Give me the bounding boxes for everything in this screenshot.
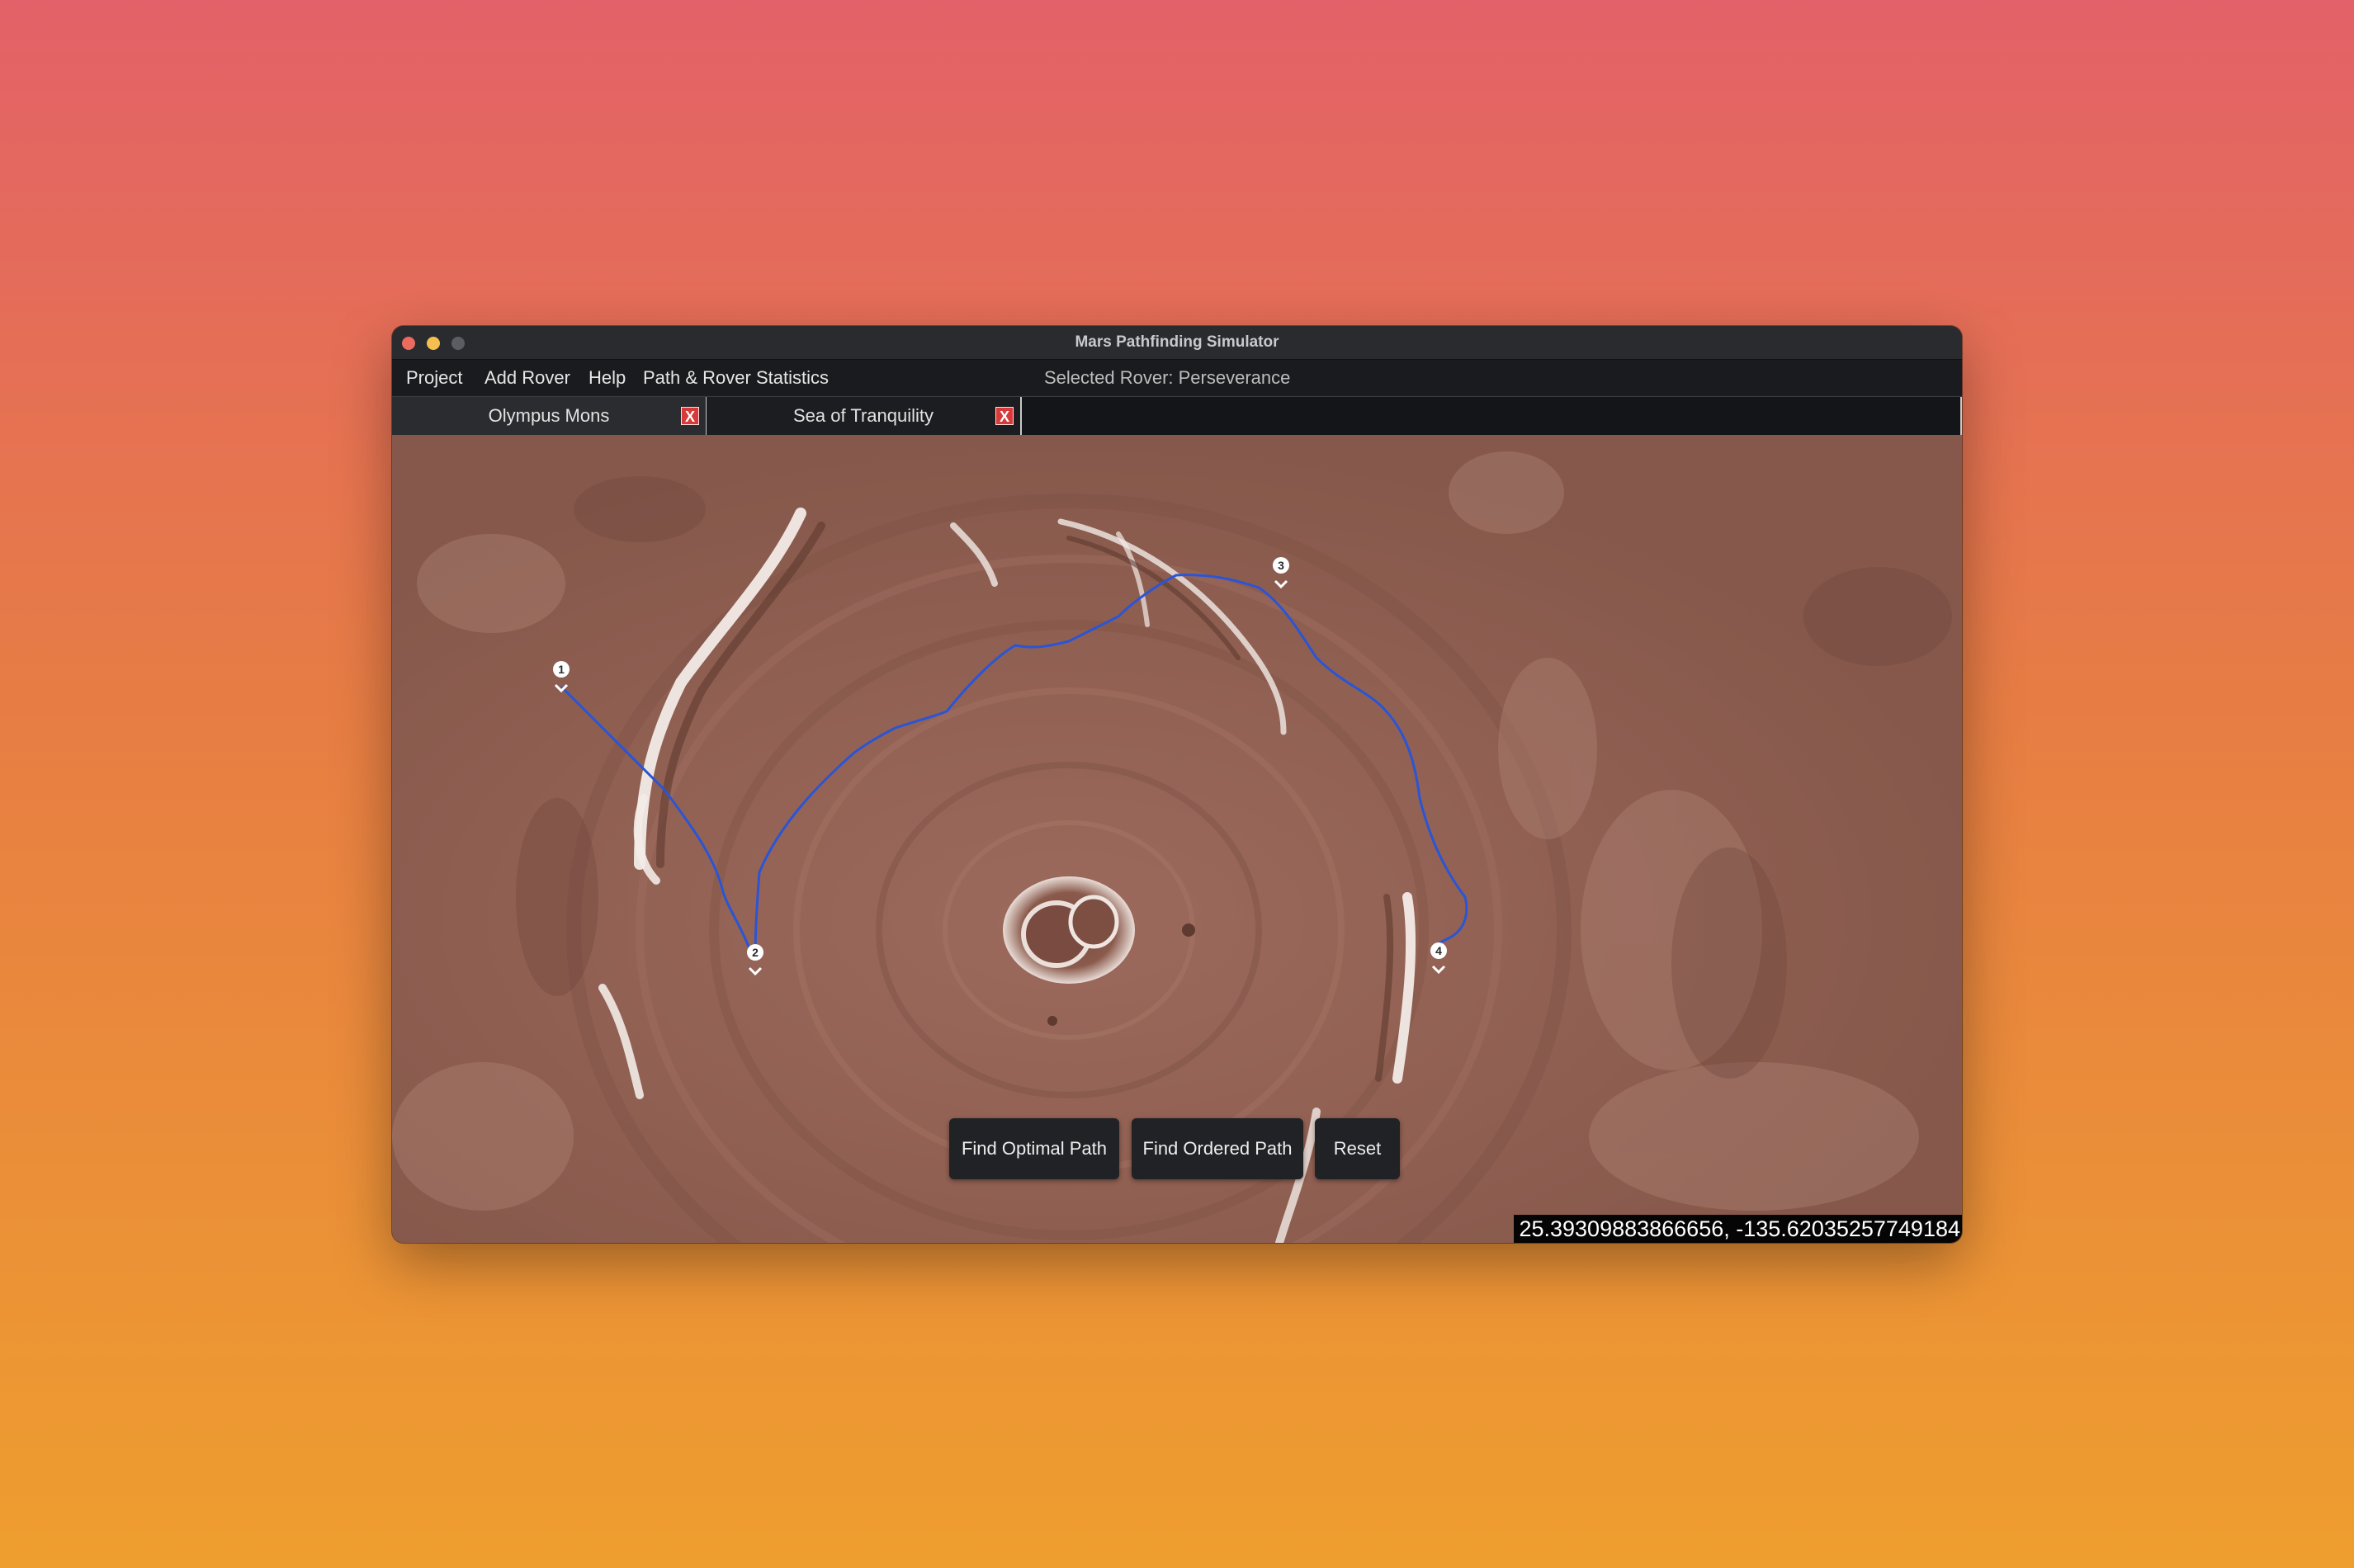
waypoint-label: 3 <box>1278 559 1284 572</box>
menu-add-rover[interactable]: Add Rover <box>485 360 570 395</box>
tab-close-icon[interactable]: X <box>681 407 699 425</box>
waypoint-label: 2 <box>752 946 759 959</box>
tab-label: Olympus Mons <box>488 405 610 426</box>
tab-close-icon[interactable]: X <box>995 407 1014 425</box>
menu-path-rover-statistics[interactable]: Path & Rover Statistics <box>643 360 829 395</box>
tab-bar-divider <box>1960 397 1962 435</box>
menu-bar: Project Add Rover Help Path & Rover Stat… <box>392 360 1962 395</box>
waypoint-label: 4 <box>1435 944 1442 957</box>
selected-rover-label: Selected Rover: Perseverance <box>1044 367 1291 388</box>
app-window: Mars Pathfinding Simulator Project Add R… <box>392 326 1962 1243</box>
find-ordered-path-button[interactable]: Find Ordered Path <box>1132 1118 1303 1179</box>
menu-help[interactable]: Help <box>588 360 626 395</box>
title-bar: Mars Pathfinding Simulator <box>392 326 1962 360</box>
window-title: Mars Pathfinding Simulator <box>1075 333 1279 351</box>
tab-sea-of-tranquility[interactable]: Sea of Tranquility X <box>707 397 1022 435</box>
waypoint-label: 1 <box>558 663 565 676</box>
terrain-map[interactable]: 1 2 3 4 Find Optimal Path Find Ordered P… <box>392 435 1962 1243</box>
reset-button[interactable]: Reset <box>1315 1118 1400 1179</box>
menu-project[interactable]: Project <box>406 360 462 395</box>
coordinates-readout: 25.39309883866656, -135.62035257749184 <box>1514 1215 1962 1243</box>
tab-label: Sea of Tranquility <box>793 405 934 426</box>
tab-bar: Olympus Mons X Sea of Tranquility X <box>392 396 1962 436</box>
tab-olympus-mons[interactable]: Olympus Mons X <box>392 397 707 435</box>
find-optimal-path-button[interactable]: Find Optimal Path <box>949 1118 1119 1179</box>
